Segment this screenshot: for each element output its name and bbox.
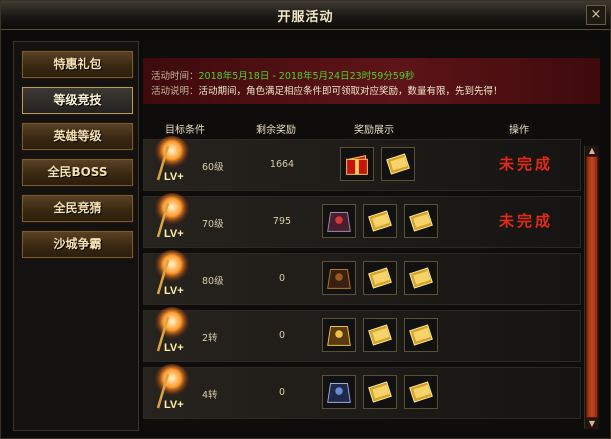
table-row: LV+ 2转 0 — [143, 307, 581, 362]
content-panel: 活动时间：2018年5月18日 - 2018年5月24日23时59分59秒 活动… — [143, 41, 600, 431]
desc-line: 活动说明：活动期间，角色满足相应条件即可领取对应奖励，数量有限，先到先得！ — [151, 83, 503, 97]
time-line: 活动时间：2018年5月18日 - 2018年5月24日23时59分59秒 — [151, 68, 414, 82]
sidebar: 特惠礼包 等级竞技 英雄等级 全民BOSS 全民竞猜 沙城争霸 — [13, 41, 139, 431]
title-bar: 开服活动 × — [1, 1, 610, 30]
time-value: 2018年5月18日 - 2018年5月24日23时59分59秒 — [198, 71, 415, 82]
red-gift-box-icon[interactable] — [340, 147, 374, 181]
gold-ingot-stack-icon[interactable] — [381, 147, 415, 181]
gold-ingot-stack-icon[interactable] — [404, 318, 438, 352]
armor-red-icon[interactable] — [322, 204, 356, 238]
remaining-count: 0 — [278, 387, 286, 398]
status-label[interactable]: 未完成 — [499, 210, 553, 231]
status-label[interactable]: 未完成 — [499, 153, 553, 174]
armor-gold-icon[interactable] — [322, 318, 356, 352]
armor-dark-icon[interactable] — [322, 261, 356, 295]
svg-text:LV+: LV+ — [164, 228, 184, 240]
sidebar-item-level-race[interactable]: 等级竞技 — [21, 86, 134, 115]
level-up-icon: LV+ — [154, 136, 190, 183]
gold-ingot-stack-icon[interactable] — [404, 204, 438, 238]
svg-text:LV+: LV+ — [164, 399, 184, 411]
svg-text:LV+: LV+ — [164, 285, 184, 297]
level-requirement: 4转 — [202, 390, 218, 401]
gold-ingot-stack-icon[interactable] — [363, 204, 397, 238]
remaining-count: 795 — [272, 216, 292, 227]
table-row: LV+ 80级 0 — [143, 250, 581, 305]
sidebar-item-hero-level[interactable]: 英雄等级 — [21, 122, 134, 151]
sidebar-item-castle-war[interactable]: 沙城争霸 — [21, 230, 134, 259]
level-requirement: 2转 — [202, 333, 218, 344]
level-up-icon: LV+ — [154, 250, 190, 297]
sidebar-item-boss[interactable]: 全民BOSS — [21, 158, 134, 187]
svg-text:LV+: LV+ — [164, 171, 184, 183]
header-rewards: 奖励展示 — [354, 125, 394, 136]
scrollbar[interactable]: ▲ ▼ — [584, 146, 599, 429]
info-banner: 活动时间：2018年5月18日 - 2018年5月24日23时59分59秒 活动… — [143, 58, 600, 104]
svg-text:LV+: LV+ — [164, 342, 184, 354]
table-row: LV+ 60级 1664 未完成 — [143, 136, 581, 191]
gold-ingot-stack-icon[interactable] — [363, 261, 397, 295]
scroll-down-arrow-icon[interactable]: ▼ — [586, 419, 598, 429]
level-up-icon: LV+ — [154, 364, 190, 411]
header-remain: 剩余奖励 — [256, 125, 296, 136]
table-row: LV+ 4转 0 — [143, 364, 581, 419]
gold-ingot-stack-icon[interactable] — [404, 375, 438, 409]
table-row: LV+ 70级 795 未完成 — [143, 193, 581, 248]
remaining-count: 0 — [278, 330, 286, 341]
window-title: 开服活动 — [277, 10, 334, 25]
desc-value: 活动期间，角色满足相应条件即可领取对应奖励，数量有限，先到先得！ — [198, 86, 503, 97]
desc-label: 活动说明： — [151, 86, 199, 97]
close-button[interactable]: × — [586, 5, 606, 25]
scroll-thumb[interactable] — [586, 156, 598, 418]
reward-list: LV+ 60级 1664 未完成 LV+ 70级 795 未完成 LV+ 80级… — [143, 136, 583, 429]
remaining-count: 1664 — [269, 159, 295, 170]
level-requirement: 60级 — [202, 162, 224, 173]
remaining-count: 0 — [278, 273, 286, 284]
gold-ingot-stack-icon[interactable] — [404, 261, 438, 295]
header-target: 目标条件 — [165, 125, 205, 136]
level-up-icon: LV+ — [154, 307, 190, 354]
armor-blue-icon[interactable] — [322, 375, 356, 409]
gold-ingot-stack-icon[interactable] — [363, 375, 397, 409]
header-action: 操作 — [509, 125, 529, 136]
scroll-up-arrow-icon[interactable]: ▲ — [586, 146, 598, 156]
activity-window: 开服活动 × 特惠礼包 等级竞技 英雄等级 全民BOSS 全民竞猜 沙城争霸 活… — [0, 0, 611, 439]
sidebar-item-guess[interactable]: 全民竞猜 — [21, 194, 134, 223]
level-requirement: 80级 — [202, 276, 224, 287]
sidebar-item-special-gift[interactable]: 特惠礼包 — [21, 50, 134, 79]
level-up-icon: LV+ — [154, 193, 190, 240]
time-label: 活动时间： — [151, 71, 199, 82]
level-requirement: 70级 — [202, 219, 224, 230]
gold-ingot-stack-icon[interactable] — [363, 318, 397, 352]
